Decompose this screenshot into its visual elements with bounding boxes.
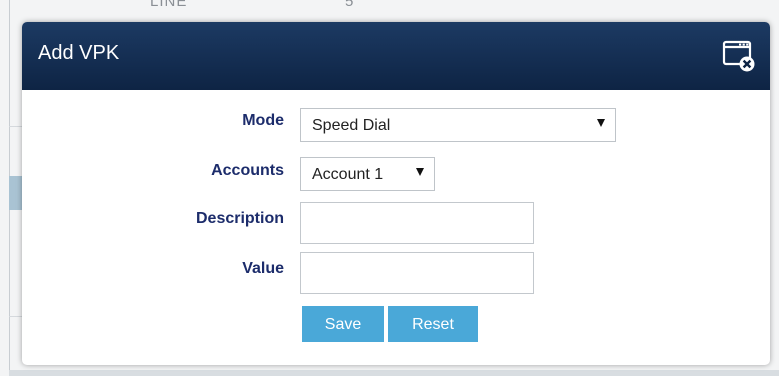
- value-label: Value: [242, 260, 284, 277]
- mode-select[interactable]: Speed Dial: [300, 108, 616, 142]
- chevron-down-icon: [416, 168, 424, 176]
- background-tab: [9, 176, 23, 210]
- background-line-label: LINE: [150, 0, 188, 10]
- background-line-value: 5: [345, 0, 354, 10]
- background-bottom-bar: [9, 370, 779, 376]
- accounts-select[interactable]: Account 1: [300, 157, 435, 191]
- accounts-selected-value: Account 1: [312, 166, 384, 183]
- dialog-header: Add VPK: [22, 22, 770, 90]
- mode-selected-value: Speed Dial: [312, 117, 391, 134]
- accounts-label: Accounts: [211, 162, 284, 179]
- reset-button[interactable]: Reset: [388, 306, 478, 342]
- mode-label: Mode: [242, 112, 284, 129]
- description-input[interactable]: [300, 202, 534, 244]
- add-vpk-dialog: Add VPK Mode Speed Dial Accounts Account…: [22, 22, 770, 365]
- chevron-down-icon: [597, 119, 605, 127]
- description-label: Description: [195, 210, 284, 227]
- close-button[interactable]: [722, 39, 756, 73]
- window-close-icon: [722, 40, 755, 72]
- save-button[interactable]: Save: [302, 306, 384, 342]
- dialog-title: Add VPK: [38, 42, 120, 64]
- value-input[interactable]: [300, 252, 534, 294]
